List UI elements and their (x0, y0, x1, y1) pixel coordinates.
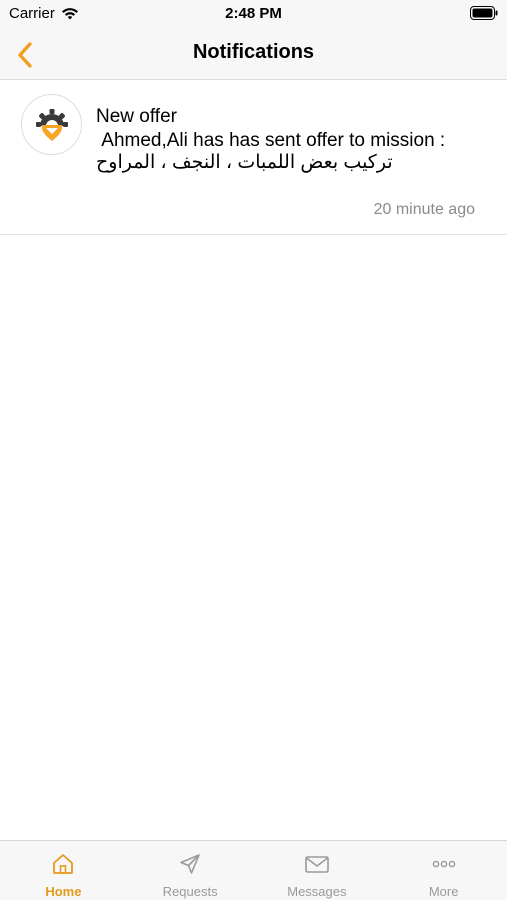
notification-time: 20 minute ago (373, 201, 475, 218)
tab-more-label: More (428, 884, 459, 899)
notification-title: New offer (96, 106, 177, 127)
tab-requests-label: Requests (162, 884, 218, 899)
avatar (21, 94, 82, 155)
tab-more[interactable]: More (380, 841, 507, 900)
notification-body: Ahmed,Ali has has sent offer to mission … (96, 130, 446, 151)
status-bar: Carrier 2:48 PM (0, 0, 507, 30)
tab-messages[interactable]: Messages (254, 841, 381, 900)
tab-bar: Home Requests Messages More (0, 840, 507, 900)
paper-plane-icon (177, 851, 203, 877)
tab-messages-label: Messages (287, 884, 347, 899)
battery-icon (470, 6, 498, 20)
envelope-icon (304, 851, 330, 877)
navigation-bar: Notifications (0, 30, 507, 80)
home-icon (50, 851, 76, 877)
tab-requests[interactable]: Requests (127, 841, 254, 900)
gear-pin-logo-icon (35, 108, 68, 141)
notification-item[interactable]: New offer Ahmed,Ali has has sent offer t… (0, 80, 507, 235)
tab-home-label: Home (45, 884, 82, 899)
notification-mission-name: تركيب بعض اللمبات ، النجف ، المراوح (96, 152, 393, 173)
more-dots-icon (431, 851, 457, 877)
clock: 2:48 PM (225, 5, 282, 22)
page-title: Notifications (192, 41, 315, 63)
tab-home[interactable]: Home (0, 841, 127, 900)
